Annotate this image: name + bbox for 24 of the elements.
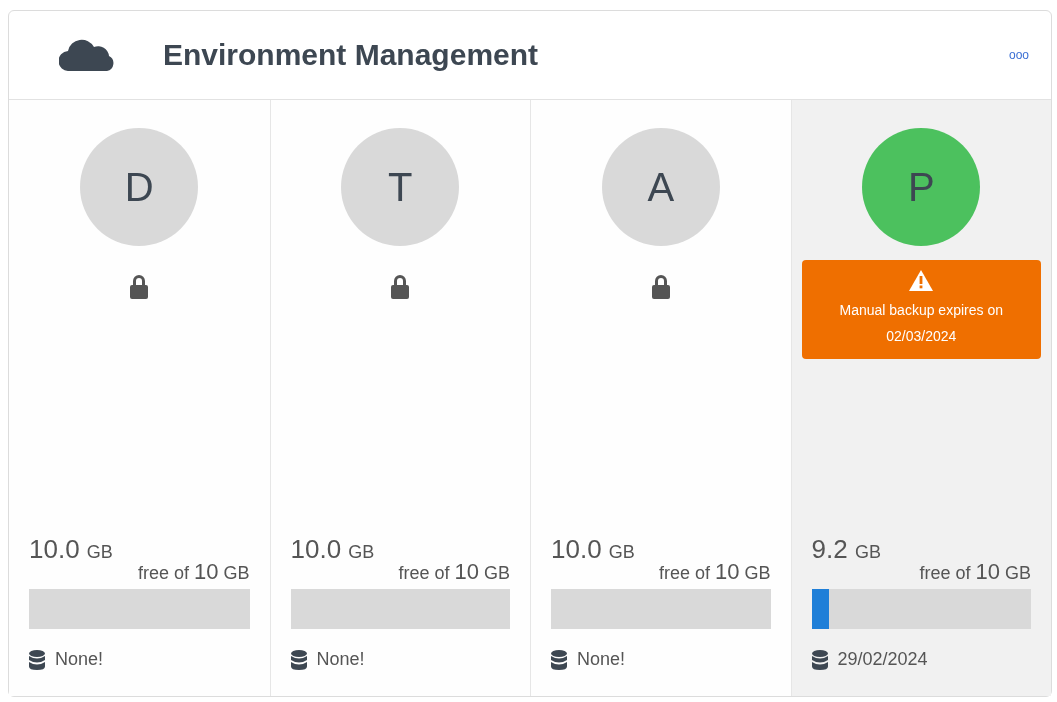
environment-avatar: T bbox=[341, 128, 460, 246]
free-space: 10.0 GB bbox=[29, 534, 114, 565]
free-space: 10.0 GB bbox=[551, 534, 636, 565]
backup-date: 29/02/2024 bbox=[837, 649, 928, 670]
database-icon bbox=[29, 649, 45, 670]
free-space: 10.0 GB bbox=[290, 534, 376, 565]
environment-avatar: P bbox=[862, 128, 981, 246]
backup-date: None! bbox=[577, 649, 626, 670]
capacity-label: free of 10 GB bbox=[397, 559, 510, 585]
more-menu-button[interactable]: ooo bbox=[1008, 48, 1029, 62]
capacity-label: free of 10 GB bbox=[657, 559, 771, 585]
warning-text: Manual backup expires on 02/03/2024 bbox=[838, 301, 1004, 346]
free-space: 9.2 GB bbox=[811, 534, 882, 565]
capacity-label: free of 10 GB bbox=[918, 559, 1031, 585]
database-icon bbox=[811, 649, 828, 670]
database-icon bbox=[551, 649, 567, 670]
capacity-label: free of 10 GB bbox=[136, 559, 250, 585]
backup-date: None! bbox=[55, 649, 104, 670]
database-icon bbox=[290, 649, 307, 670]
environment-avatar: A bbox=[601, 128, 720, 246]
panel-title: Environment Management bbox=[163, 38, 540, 72]
warning-icon bbox=[909, 270, 934, 291]
backup-date: None! bbox=[316, 649, 365, 670]
environment-avatar: D bbox=[80, 128, 199, 246]
